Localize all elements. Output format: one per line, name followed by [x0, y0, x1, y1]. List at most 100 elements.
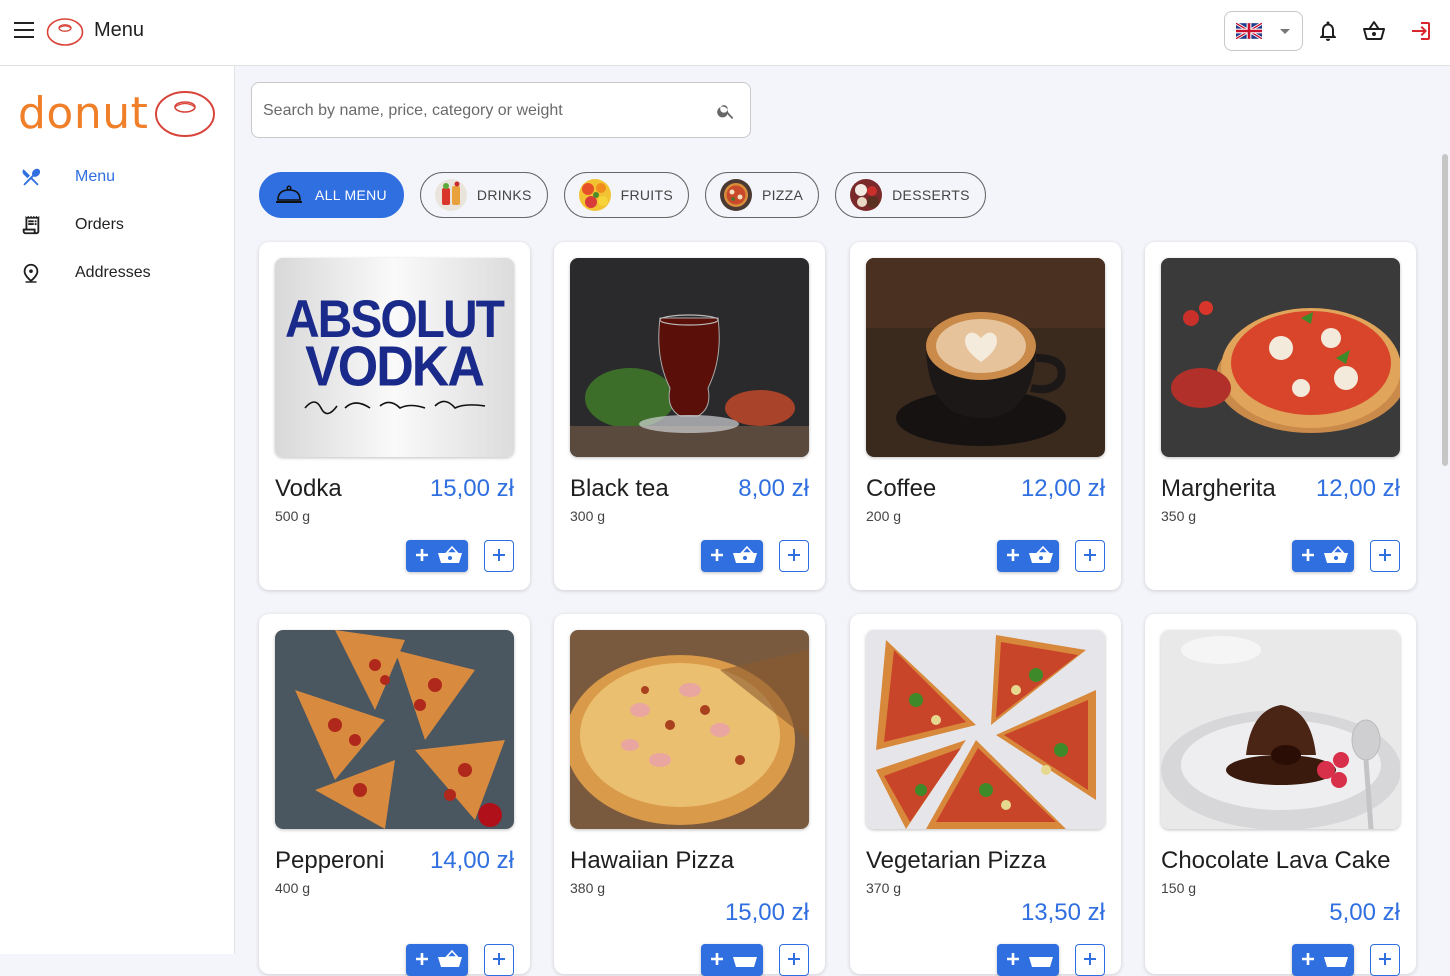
product-name: Vodka: [275, 475, 342, 502]
plus-icon: [1379, 548, 1391, 561]
category-chip-pizza[interactable]: PIZZA: [704, 172, 820, 218]
product-name: Hawaiian Pizza: [570, 847, 735, 874]
product-card-vodka[interactable]: ABSOLUT VODKA Vodka 15,00 zł 500 g: [259, 242, 530, 590]
fork-knife-icon: [22, 168, 41, 186]
plus-basket-icon: [416, 545, 462, 563]
pizza-thumbnail: [719, 179, 752, 211]
category-chip-all-menu[interactable]: ALL MENU: [259, 172, 404, 218]
product-image: [1161, 258, 1400, 457]
search-box: [251, 82, 751, 138]
product-price: 13,50 zł: [1020, 899, 1105, 926]
category-chips: ALL MENU DRINKS FRUITS PIZZA DESSERTS: [259, 172, 986, 218]
product-price: 5,00 zł: [1329, 899, 1400, 926]
quick-add-button[interactable]: [779, 540, 809, 572]
add-to-cart-button[interactable]: [406, 944, 468, 976]
sidebar-item-menu[interactable]: Menu: [0, 157, 235, 197]
product-name: Vegetarian Pizza: [866, 847, 1047, 874]
product-image: [866, 630, 1105, 829]
fruits-thumbnail: [578, 179, 611, 211]
brand-logo[interactable]: donut: [18, 88, 216, 139]
product-card-pepperoni[interactable]: Pepperoni 14,00 zł 400 g: [259, 614, 530, 976]
plus-icon: [493, 548, 505, 561]
product-card-vegetarian-pizza[interactable]: Vegetarian Pizza 370 g 13,50 zł: [850, 614, 1121, 976]
product-price: 12,00 zł: [1020, 475, 1105, 502]
add-to-cart-button[interactable]: [701, 540, 763, 572]
product-card-chocolate-lava-cake[interactable]: Chocolate Lava Cake 150 g 5,00 zł: [1145, 614, 1416, 976]
category-chip-fruits[interactable]: FRUITS: [563, 172, 689, 218]
product-weight: 200 g: [866, 508, 902, 524]
sidebar-item-addresses[interactable]: Addresses: [0, 253, 235, 293]
sidebar: donut Menu Orders Addresses: [0, 66, 235, 954]
drinks-thumbnail: [434, 179, 467, 211]
plus-basket-icon: [711, 952, 757, 967]
add-to-cart-button[interactable]: [701, 944, 763, 976]
desserts-thumbnail: [850, 179, 883, 211]
quick-add-button[interactable]: [779, 944, 809, 976]
bell-icon[interactable]: [1316, 19, 1340, 43]
chevron-down-icon: [1280, 28, 1290, 34]
category-chip-desserts[interactable]: DESSERTS: [835, 172, 986, 218]
add-to-cart-button[interactable]: [1292, 540, 1354, 572]
product-weight: 350 g: [1161, 508, 1197, 524]
product-price: 15,00 zł: [724, 899, 809, 926]
plus-icon: [493, 952, 505, 965]
quick-add-button[interactable]: [1075, 540, 1105, 572]
plus-icon: [1084, 952, 1096, 965]
product-weight: 400 g: [275, 880, 311, 896]
scrollbar[interactable]: [1442, 154, 1448, 466]
svg-text:VODKA: VODKA: [305, 336, 484, 398]
quick-add-button[interactable]: [484, 944, 514, 976]
product-name: Margherita: [1161, 475, 1276, 502]
top-app-bar: Menu: [0, 0, 1450, 66]
plus-basket-icon: [1302, 545, 1348, 563]
product-weight: 300 g: [570, 508, 606, 524]
product-weight: 150 g: [1161, 880, 1197, 896]
chip-label: DRINKS: [476, 187, 532, 203]
product-card-margherita[interactable]: Margherita 12,00 zł 350 g: [1145, 242, 1416, 590]
plus-icon: [1084, 548, 1096, 561]
quick-add-button[interactable]: [1075, 944, 1105, 976]
add-to-cart-button[interactable]: [1292, 944, 1354, 976]
basket-icon[interactable]: [1362, 19, 1386, 43]
chip-label: PIZZA: [761, 187, 804, 203]
plus-icon: [788, 952, 800, 965]
product-image: [866, 258, 1105, 457]
search-icon[interactable]: [716, 101, 736, 121]
location-pin-icon: [23, 263, 39, 283]
product-price: 15,00 zł: [429, 475, 514, 502]
language-select[interactable]: [1224, 11, 1303, 51]
search-input[interactable]: [263, 99, 703, 123]
quick-add-button[interactable]: [484, 540, 514, 572]
product-name: Chocolate Lava Cake: [1161, 847, 1391, 874]
product-card-hawaiian-pizza[interactable]: Hawaiian Pizza 380 g 15,00 zł: [554, 614, 825, 976]
logout-icon[interactable]: [1408, 19, 1432, 43]
product-weight: 500 g: [275, 508, 311, 524]
cloche-icon: [276, 185, 302, 203]
product-name: Pepperoni: [275, 847, 385, 874]
quick-add-button[interactable]: [1370, 944, 1400, 976]
product-card-black-tea[interactable]: Black tea 8,00 zł 300 g: [554, 242, 825, 590]
chip-label: ALL MENU: [315, 187, 387, 203]
donut-logo-icon: [155, 90, 216, 137]
plus-basket-icon: [1007, 952, 1053, 967]
product-name: Coffee: [866, 475, 937, 502]
add-to-cart-button[interactable]: [406, 540, 468, 572]
category-chip-drinks[interactable]: DRINKS: [419, 172, 548, 218]
product-name: Black tea: [570, 475, 669, 502]
product-image: [570, 630, 809, 829]
page-title: Menu: [94, 19, 145, 41]
hamburger-icon[interactable]: [14, 22, 34, 38]
plus-icon: [1379, 952, 1391, 965]
product-price: 14,00 zł: [429, 847, 514, 874]
product-price: 12,00 zł: [1315, 475, 1400, 502]
chip-label: DESSERTS: [892, 187, 970, 203]
uk-flag-icon: [1236, 23, 1262, 39]
product-card-coffee[interactable]: Coffee 12,00 zł 200 g: [850, 242, 1121, 590]
add-to-cart-button[interactable]: [997, 540, 1059, 572]
plus-basket-icon: [1007, 545, 1053, 563]
sidebar-item-orders[interactable]: Orders: [0, 205, 235, 245]
receipt-icon: [22, 215, 40, 235]
add-to-cart-button[interactable]: [997, 944, 1059, 976]
sidebar-item-label: Addresses: [75, 264, 151, 281]
quick-add-button[interactable]: [1370, 540, 1400, 572]
